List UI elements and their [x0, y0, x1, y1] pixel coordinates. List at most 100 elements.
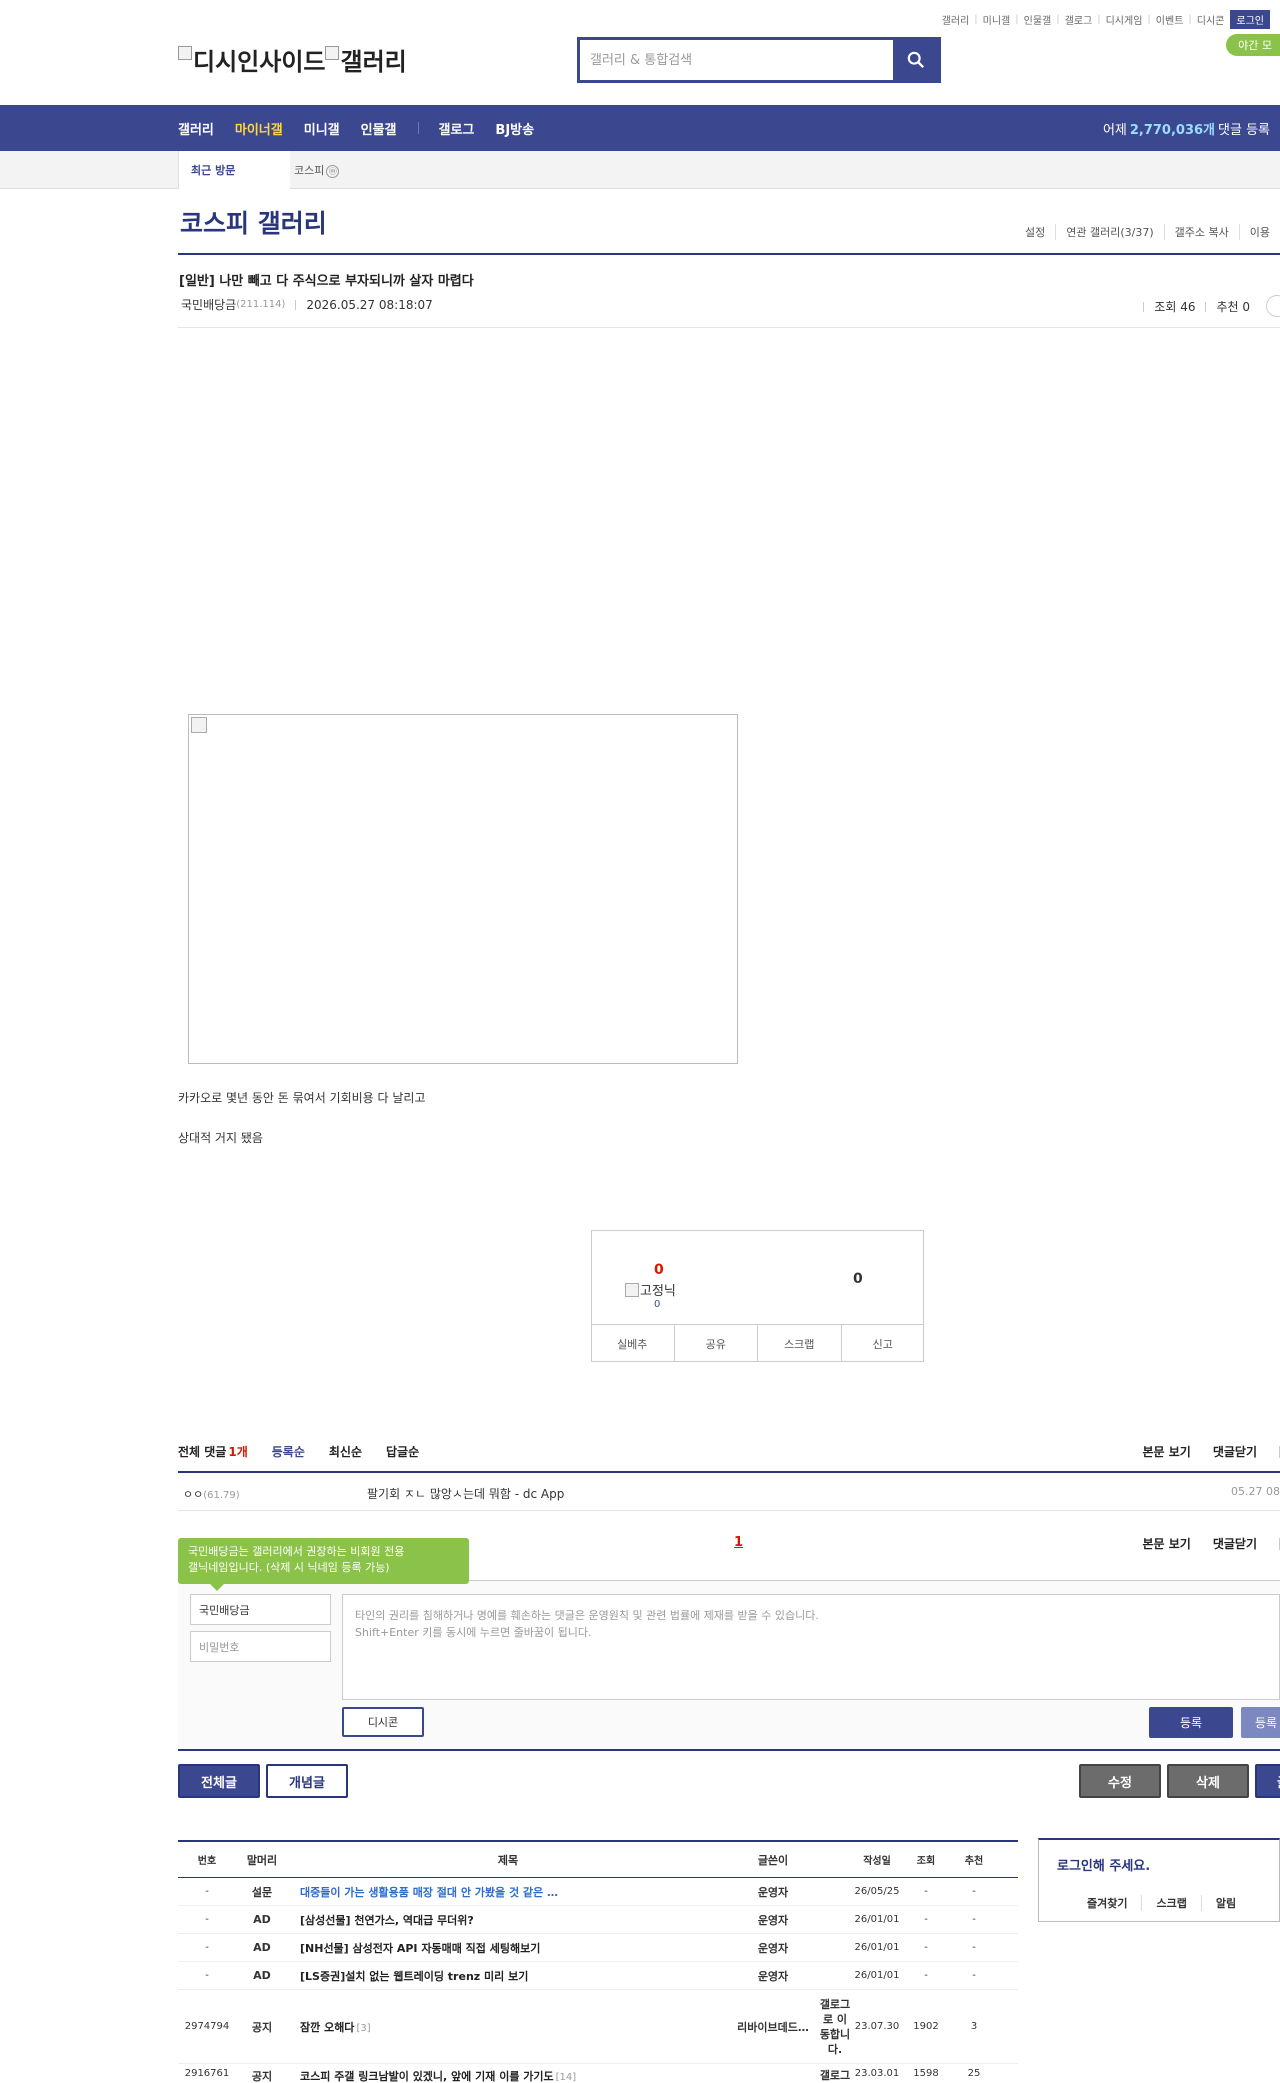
stat-suffix: 댓글 등록 [1218, 122, 1270, 138]
side-login-title[interactable]: 로그인해 주세요. [1057, 1855, 1150, 1874]
col-head[interactable]: 말머리 [236, 1852, 288, 1868]
gallery-title[interactable]: 코스피 갤러리 [180, 204, 327, 240]
view-post-link[interactable]: 본문 보기 [1142, 1535, 1190, 1552]
concept-posts-button[interactable]: 개념글 [266, 1764, 348, 1798]
settings-link[interactable]: 설정 [1015, 224, 1055, 240]
util-link-dcgame[interactable]: 디시게임 [1106, 12, 1143, 27]
stat-value: 2,770,036개 [1129, 122, 1216, 138]
nav-item-mini[interactable]: 미니갤 [304, 119, 340, 138]
related-gallery-link[interactable]: 연관 갤러리(3/37) [1055, 224, 1163, 240]
more-options-button[interactable] [1266, 295, 1280, 317]
nav-item-minor[interactable]: 마이너갤 [235, 119, 283, 138]
sort-registered[interactable]: 등록순 [272, 1443, 305, 1460]
row-views: - [924, 1914, 928, 1925]
row-title[interactable]: 대중들이 가는 생활용품 매장 절대 안 가봤을 것 같은 … [288, 1884, 728, 1900]
peek-title[interactable]: 코스피 주갤 링크남발이 있겠니, 앞에 기재 이를 가기도 [14] [288, 2068, 728, 2083]
comment-nick[interactable]: ㅇㅇ(61.79) [183, 1486, 240, 1502]
close-comments-link[interactable]: 댓글닫기 [1213, 1443, 1257, 1460]
search-button[interactable] [893, 40, 938, 80]
delete-button[interactable]: 삭제 [1167, 1764, 1249, 1798]
close-comments-link[interactable]: 댓글닫기 [1213, 1535, 1257, 1552]
peek-views: 1598 [913, 2068, 939, 2079]
scrap-button[interactable]: 스크랩 [758, 1325, 842, 1362]
row-title[interactable]: [LS증권]설치 없는 웹트레이딩 trenz 미리 보기 [288, 1968, 728, 1984]
row-title[interactable]: 잠깐 오해다 [3] [288, 2019, 728, 2035]
row-recommends: - [972, 1970, 976, 1981]
view-post-link[interactable]: 본문 보기 [1142, 1443, 1190, 1460]
logo[interactable]: 디시인사이드 갤러리 [178, 42, 407, 77]
col-number: 번호 [197, 1856, 217, 1867]
post-date: 2026.05.27 08:18:07 [306, 297, 433, 312]
best-recommend-button[interactable]: 실베추 [591, 1325, 675, 1362]
col-title: 제목 [497, 1853, 519, 1867]
row-head: AD [253, 1913, 271, 1926]
util-link-event[interactable]: 이벤트 [1156, 12, 1184, 27]
row-date: 26/05/25 [854, 1886, 900, 1897]
share-button[interactable]: 공유 [675, 1325, 758, 1362]
comment-page-1[interactable]: 1 [734, 1535, 743, 1550]
submit-comment-button[interactable]: 등록 [1149, 1707, 1233, 1738]
post-recommends: 추천 0 [1216, 300, 1250, 314]
row-date: 26/01/01 [854, 1942, 900, 1953]
peek-date: 23.03.01 [854, 2068, 900, 2079]
nav-item-bj[interactable]: BJ방송 [495, 119, 534, 138]
row-head: AD [253, 1969, 271, 1982]
logo-section-text: 갤러리 [340, 48, 407, 76]
util-link-minigall[interactable]: 미니갤 [983, 12, 1011, 27]
copy-address-link[interactable]: 갤주소 복사 [1163, 224, 1239, 240]
nav-item-person[interactable]: 인물갤 [361, 119, 397, 138]
nav-item-gallog[interactable]: 갤로그 [439, 119, 475, 138]
search-input[interactable] [580, 40, 885, 80]
write-button[interactable]: 글 [1255, 1764, 1280, 1798]
row-title[interactable]: [삼성선물] 천연가스, 역대급 무더위? [288, 1912, 728, 1928]
nick-tooltip: 국민배당금는 갤러리에서 권장하는 비회원 전용 갤닉네임입니다. (삭제 시 … [178, 1538, 469, 1584]
login-button[interactable]: 로그인 [1230, 10, 1270, 29]
sort-replies[interactable]: 답글순 [386, 1443, 419, 1460]
nav-item-gallery[interactable]: 갤러리 [178, 119, 214, 138]
row-writer[interactable]: 운영자 [728, 1968, 818, 1984]
row-title[interactable]: [NH선물] 삼성전자 API 자동매매 직접 세팅해보기 [288, 1940, 728, 1956]
util-link-gallery[interactable]: 갤러리 [942, 12, 970, 27]
post-image[interactable] [188, 714, 738, 1064]
comment-header: 전체 댓글 1개 등록순 최신순 답글순 [178, 1443, 419, 1460]
nickname-field[interactable]: 국민배당금 [190, 1594, 331, 1625]
row-number: - [205, 1914, 209, 1925]
all-posts-button[interactable]: 전체글 [178, 1764, 260, 1798]
post-body-line: 상대적 거지 됐음 [178, 1131, 263, 1145]
broken-image-icon [625, 1282, 639, 1297]
row-writer[interactable]: 리바이브데드… [728, 2019, 818, 2035]
util-link-gallog[interactable]: 갤로그 [1065, 12, 1093, 27]
row-number: - [205, 1886, 209, 1897]
sort-latest[interactable]: 최신순 [329, 1443, 362, 1460]
report-button[interactable]: 신고 [842, 1325, 925, 1362]
favorites-link[interactable]: 즐겨찾기 [1072, 1895, 1141, 1911]
comment-textarea[interactable]: 타인의 권리를 침해하거나 명예를 훼손하는 댓글은 운영원칙 및 관련 법률에… [342, 1594, 1280, 1700]
gallog-icon[interactable]: 갤로그로 이동합 [818, 2068, 852, 2083]
scrap-link[interactable]: 스크랩 [1141, 1895, 1200, 1911]
post-header-divider [178, 327, 1280, 328]
util-link-persongall[interactable]: 인물갤 [1024, 12, 1052, 27]
edit-button[interactable]: 수정 [1079, 1764, 1161, 1798]
table-row: - 설문 대중들이 가는 생활용품 매장 절대 안 가봤을 것 같은 … 운영자 26/… [178, 1878, 1018, 1906]
gallog-icon[interactable]: 갤로그로 이동합니다. [818, 1997, 852, 2057]
peek-no: 2916761 [184, 2068, 230, 2079]
title-divider [178, 253, 1280, 255]
password-field[interactable]: 비밀번호 [190, 1631, 331, 1662]
post-author[interactable]: 국민배당금 [181, 296, 236, 313]
row-writer[interactable]: 운영자 [728, 1940, 818, 1956]
notifications-link[interactable]: 알림 [1200, 1895, 1250, 1911]
submit-reply-button[interactable]: 등록 [1241, 1707, 1280, 1738]
table-row: 2974794 공지 잠깐 오해다 [3] 리바이브데드… 갤로그로 이동합니다. 23.0… [178, 1990, 1018, 2064]
row-date: 26/01/01 [854, 1914, 900, 1925]
recent-label[interactable]: 최근 방문 [178, 151, 290, 189]
recommend-up-count: 0 [654, 1262, 664, 1278]
night-mode-button[interactable]: 야간 모 [1226, 34, 1280, 56]
recommend-fixed-nick: 고정닉 [625, 1280, 676, 1299]
tooltip-arrow [210, 1584, 224, 1591]
row-writer[interactable]: 운영자 [728, 1884, 818, 1900]
util-link-dccon[interactable]: 디시콘 [1197, 12, 1225, 27]
row-writer[interactable]: 운영자 [728, 1912, 818, 1928]
usage-link[interactable]: 이용 [1238, 224, 1280, 240]
recent-gallery-link[interactable]: 코스피 ⓜ [294, 162, 340, 178]
dccon-button[interactable]: 디시콘 [342, 1707, 424, 1737]
